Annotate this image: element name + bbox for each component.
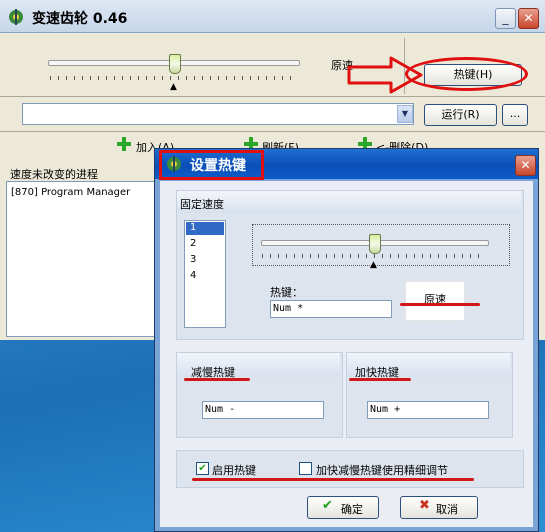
check-icon: ✔ xyxy=(322,498,333,513)
enable-hotkey-label[interactable]: 启用热键 xyxy=(212,462,256,478)
add-icon[interactable] xyxy=(117,137,131,151)
cancel-button-label: 取消 xyxy=(436,503,458,516)
slow-down-underline xyxy=(184,378,250,381)
ok-button-label: 确定 xyxy=(341,503,363,516)
slider-marker-icon: ▲ xyxy=(170,82,177,92)
cancel-x-icon: ✖ xyxy=(419,498,430,513)
fine-tune-label[interactable]: 加快减慢热键使用精细调节 xyxy=(316,462,448,478)
process-list[interactable] xyxy=(6,181,156,337)
more-button[interactable]: ... xyxy=(502,104,528,126)
speed-preset-item[interactable]: 4 xyxy=(190,270,196,281)
speed-preset-item[interactable]: 3 xyxy=(190,254,196,265)
chevron-down-icon[interactable]: ▼ xyxy=(397,105,413,123)
speed-preset-item[interactable]: 2 xyxy=(190,238,196,249)
dialog-title-highlight xyxy=(159,150,264,180)
separator-line xyxy=(0,96,545,97)
dialog-speed-slider-thumb[interactable] xyxy=(369,234,381,254)
dialog-slider-ticks xyxy=(262,254,486,258)
process-select[interactable] xyxy=(22,103,414,125)
dialog-close-icon[interactable]: ✕ xyxy=(515,155,536,176)
fine-tune-checkbox[interactable] xyxy=(299,462,312,475)
close-icon[interactable]: ✕ xyxy=(518,8,539,29)
enable-hotkey-checkbox[interactable]: ✔ xyxy=(196,462,209,475)
speed-slider-thumb[interactable] xyxy=(169,54,181,74)
separator-line-2 xyxy=(0,131,545,132)
fixed-speed-label: 固定速度 xyxy=(180,198,224,211)
run-button[interactable]: 运行(R) xyxy=(424,104,497,126)
original-speed-button[interactable]: 原速 xyxy=(405,281,465,321)
app-icon xyxy=(8,9,24,25)
main-window-title: 变速齿轮 0.46 xyxy=(32,11,128,27)
speed-preset-item[interactable]: 1 xyxy=(190,222,196,233)
speed-up-underline xyxy=(349,378,411,381)
options-underline xyxy=(192,478,474,481)
speed-slider-ticks xyxy=(50,76,298,80)
minimize-button[interactable]: _ xyxy=(495,8,516,29)
process-list-item[interactable]: [870] Program Manager xyxy=(11,187,130,198)
speed-up-field[interactable]: Num + xyxy=(367,401,489,419)
hotkey-label: 热键： xyxy=(270,286,303,299)
slow-down-field[interactable]: Num - xyxy=(202,401,324,419)
hotkey-button-highlight xyxy=(405,57,528,91)
process-list-header: 速度未改变的进程 xyxy=(10,168,98,181)
original-speed-underline xyxy=(400,303,480,306)
hotkey-field[interactable]: Num * xyxy=(270,300,392,318)
fixed-speed-header xyxy=(177,191,521,213)
dialog-slider-marker-icon: ▲ xyxy=(370,260,377,270)
